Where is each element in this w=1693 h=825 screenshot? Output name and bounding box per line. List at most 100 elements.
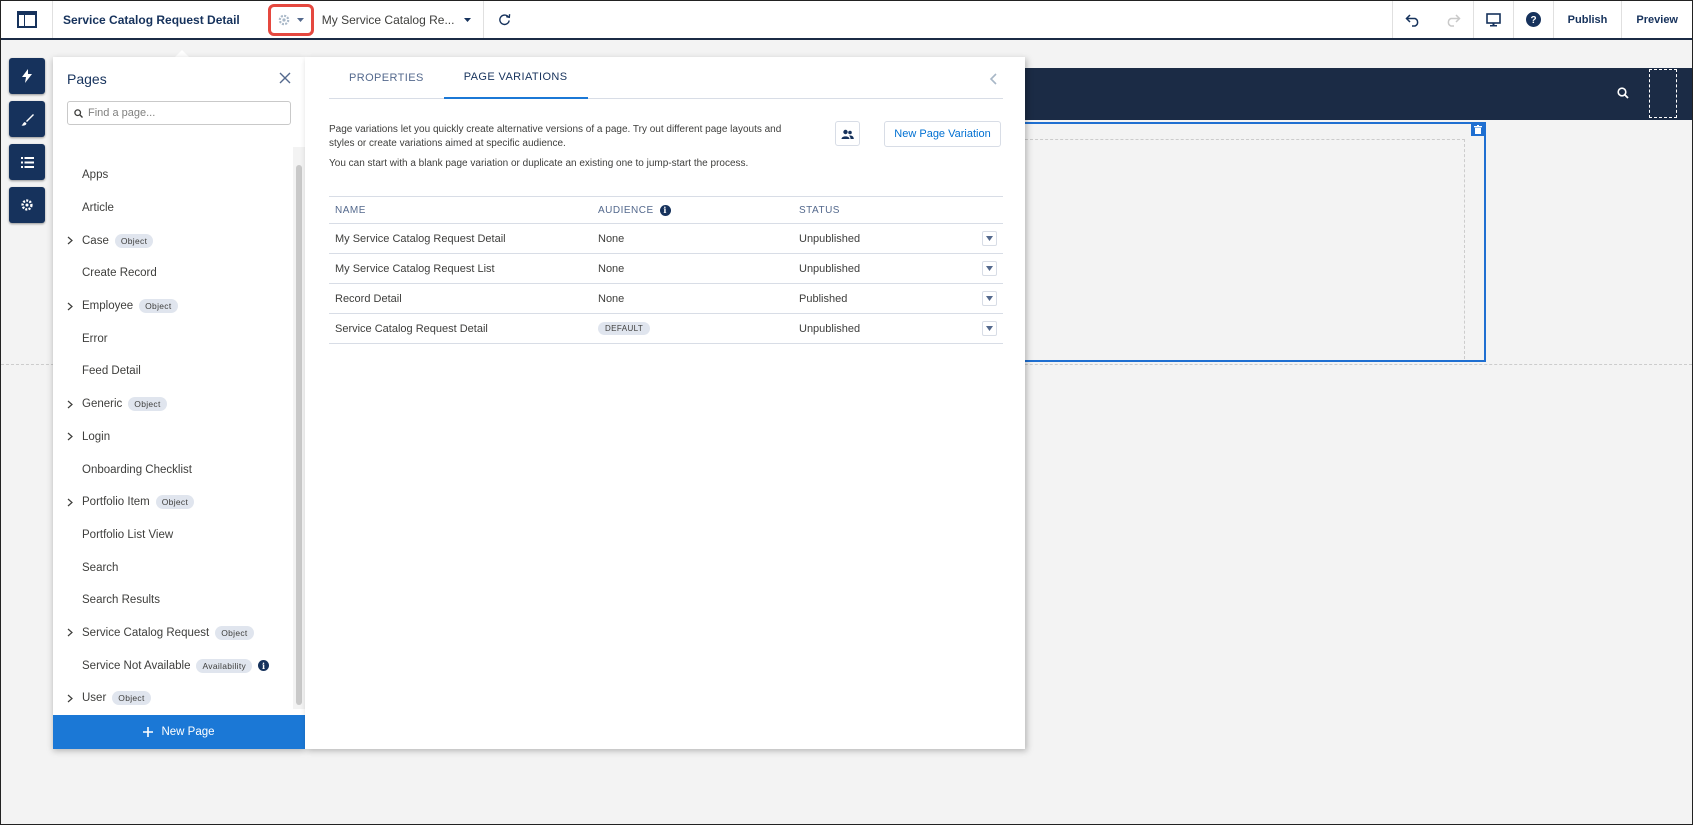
variation-audience: DEFAULT xyxy=(598,322,799,335)
page-list-item-label: Search Results xyxy=(82,594,160,607)
chevron-right-icon[interactable] xyxy=(67,236,82,245)
page-list-item[interactable]: Service Catalog Request Object xyxy=(53,617,293,650)
column-audience-label: AUDIENCE xyxy=(598,204,654,216)
new-page-label: New Page xyxy=(161,726,215,738)
caret-down-icon xyxy=(985,326,993,331)
variations-description: Page variations let you quickly create a… xyxy=(329,124,782,149)
collapse-panel-button[interactable] xyxy=(989,73,997,88)
chevron-right-icon[interactable] xyxy=(67,400,82,409)
app-menu-button[interactable] xyxy=(1,1,53,38)
page-list-item[interactable]: Onboarding Checklist xyxy=(53,453,293,486)
delete-component-button[interactable] xyxy=(1471,122,1485,136)
scrollbar-thumb[interactable] xyxy=(296,165,302,705)
tab-properties[interactable]: PROPERTIES xyxy=(329,57,444,99)
panel-tabs: PROPERTIES PAGE VARIATIONS xyxy=(329,57,1003,99)
redo-icon xyxy=(1447,13,1461,27)
page-list-item-label: Service Not Available xyxy=(82,659,191,672)
site-header-region xyxy=(1025,68,1692,120)
chevron-right-icon[interactable] xyxy=(67,694,82,703)
page-list-item[interactable]: User Object xyxy=(53,682,293,709)
row-actions-menu-button[interactable] xyxy=(981,231,997,246)
page-list-item[interactable]: Search xyxy=(53,551,293,584)
table-row[interactable]: Record Detail None Published xyxy=(329,284,1003,314)
page-search-input[interactable] xyxy=(88,107,258,119)
preview-button[interactable]: Preview xyxy=(1621,1,1692,38)
settings-button[interactable] xyxy=(9,187,45,223)
tab-page-variations[interactable]: PAGE VARIATIONS xyxy=(443,57,588,99)
page-list-item[interactable]: Search Results xyxy=(53,584,293,617)
page-list-item[interactable]: Employee Object xyxy=(53,290,293,323)
column-audience: AUDIENCE i xyxy=(598,204,799,216)
page-type-badge: Object xyxy=(215,625,254,640)
page-list-item[interactable]: Error xyxy=(53,322,293,355)
page-list-item[interactable]: Generic Object xyxy=(53,388,293,421)
page-type-badge: Object xyxy=(128,397,167,412)
page-list-item[interactable]: Service Not Available Availability i xyxy=(53,649,293,682)
table-row[interactable]: My Service Catalog Request List None Unpub… xyxy=(329,254,1003,284)
variation-status: Unpublished xyxy=(799,322,861,335)
page-list-item[interactable]: Article xyxy=(53,192,293,225)
info-icon[interactable]: i xyxy=(659,204,671,216)
page-settings-button[interactable] xyxy=(267,3,314,36)
caret-down-icon xyxy=(297,17,305,22)
search-icon[interactable] xyxy=(1617,87,1629,102)
page-variation-selector[interactable]: My Service Catalog Re... xyxy=(314,1,485,38)
page-list-item-label: Onboarding Checklist xyxy=(82,463,192,476)
page-list-item[interactable]: Feed Detail xyxy=(53,355,293,388)
row-actions-cell xyxy=(975,321,1003,336)
page-list-item-label: Portfolio Item xyxy=(82,496,150,509)
help-button[interactable]: ? xyxy=(1512,1,1553,38)
pages-list: Apps Article Case Object Create Record Employ… xyxy=(53,147,293,709)
page-list-item-label: Create Record xyxy=(82,267,157,280)
close-button[interactable] xyxy=(279,72,291,87)
users-icon xyxy=(841,129,854,139)
desktop-icon xyxy=(1485,12,1501,26)
page-list-item-label: Portfolio List View xyxy=(82,528,174,541)
audience-button[interactable] xyxy=(835,121,860,146)
table-row[interactable]: Service Catalog Request Detail DEFAULT Unp… xyxy=(329,314,1003,344)
row-actions-menu-button[interactable] xyxy=(981,261,997,276)
page-list-item[interactable]: Case Object xyxy=(53,224,293,257)
refresh-icon xyxy=(499,14,511,26)
row-actions-menu-button[interactable] xyxy=(981,321,997,336)
new-page-button[interactable]: New Page xyxy=(53,715,305,749)
gear-icon xyxy=(21,199,33,211)
page-structure-button[interactable] xyxy=(9,144,45,180)
row-actions-menu-button[interactable] xyxy=(981,291,997,306)
caret-down-icon xyxy=(464,17,472,22)
page-list-item-label: Article xyxy=(82,202,114,215)
row-actions-cell xyxy=(975,261,1003,276)
undo-icon xyxy=(1405,13,1419,27)
page-list-item[interactable]: Portfolio Item Object xyxy=(53,486,293,519)
theme-button[interactable] xyxy=(9,101,45,137)
device-preview-button[interactable] xyxy=(1472,1,1513,38)
variation-audience: None xyxy=(598,262,625,275)
publish-button[interactable]: Publish xyxy=(1552,1,1622,38)
components-button[interactable] xyxy=(9,58,45,94)
page-list-item[interactable]: Apps xyxy=(53,159,293,192)
builder-rail xyxy=(9,58,45,230)
refresh-button[interactable] xyxy=(484,1,524,38)
page-search-box[interactable] xyxy=(67,101,291,125)
page-list-item-label: Error xyxy=(82,332,108,345)
info-icon[interactable]: i xyxy=(258,660,270,672)
header-placeholder-region[interactable] xyxy=(1649,69,1677,118)
chevron-right-icon[interactable] xyxy=(67,302,82,311)
undo-button[interactable] xyxy=(1391,1,1433,38)
toolbar-actions: ? Publish Preview xyxy=(1391,1,1692,38)
page-type-badge: Object xyxy=(139,299,178,314)
page-list-item[interactable]: Create Record xyxy=(53,257,293,290)
table-row[interactable]: My Service Catalog Request Detail None Unp… xyxy=(329,224,1003,254)
page-list-item[interactable]: Portfolio List View xyxy=(53,519,293,552)
lightning-icon xyxy=(22,69,32,83)
chevron-left-icon xyxy=(989,73,997,85)
variation-name: My Service Catalog Request Detail xyxy=(335,232,506,245)
page-list-item-label: User xyxy=(82,692,107,705)
pages-scrollbar[interactable] xyxy=(293,147,305,709)
page-list-item[interactable]: Login xyxy=(53,421,293,454)
new-page-variation-button[interactable]: New Page Variation xyxy=(884,121,1001,147)
chevron-right-icon[interactable] xyxy=(67,498,82,507)
redo-button[interactable] xyxy=(1433,1,1473,38)
chevron-right-icon[interactable] xyxy=(67,628,82,637)
chevron-right-icon[interactable] xyxy=(67,432,82,441)
